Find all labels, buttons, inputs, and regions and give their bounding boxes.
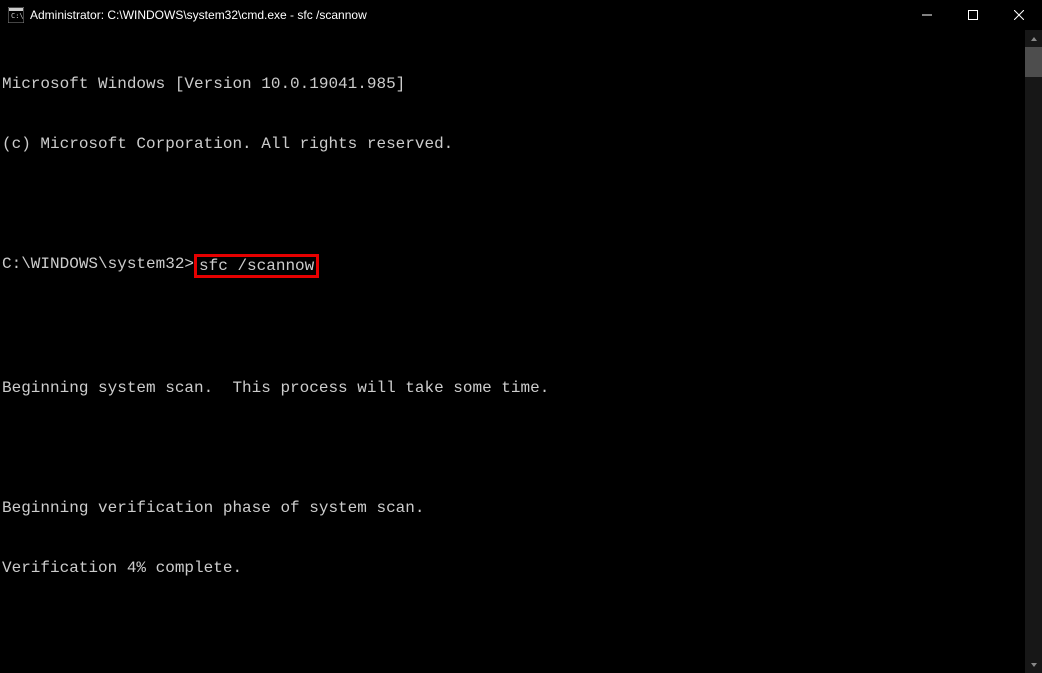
scroll-up-button[interactable] — [1025, 30, 1042, 47]
output-line: Beginning system scan. This process will… — [2, 378, 1025, 398]
content-area: Microsoft Windows [Version 10.0.19041.98… — [0, 30, 1042, 673]
output-line: Microsoft Windows [Version 10.0.19041.98… — [2, 74, 1025, 94]
window-controls — [904, 0, 1042, 30]
minimize-button[interactable] — [904, 0, 950, 30]
scroll-track[interactable] — [1025, 47, 1042, 656]
close-button[interactable] — [996, 0, 1042, 30]
output-line: Verification 4% complete. — [2, 558, 1025, 578]
window-title: Administrator: C:\WINDOWS\system32\cmd.e… — [30, 8, 904, 22]
scroll-down-button[interactable] — [1025, 656, 1042, 673]
output-blank — [2, 194, 1025, 214]
prompt-line: C:\WINDOWS\system32>sfc /scannow — [2, 254, 1025, 278]
maximize-button[interactable] — [950, 0, 996, 30]
output-line: (c) Microsoft Corporation. All rights re… — [2, 134, 1025, 154]
prompt-text: C:\WINDOWS\system32> — [2, 254, 194, 274]
output-blank — [2, 438, 1025, 458]
command-highlight: sfc /scannow — [194, 254, 319, 278]
titlebar[interactable]: C:\ Administrator: C:\WINDOWS\system32\c… — [0, 0, 1042, 30]
terminal-output[interactable]: Microsoft Windows [Version 10.0.19041.98… — [0, 30, 1025, 673]
vertical-scrollbar[interactable] — [1025, 30, 1042, 673]
cmd-icon: C:\ — [8, 7, 24, 23]
output-blank — [2, 318, 1025, 338]
output-line: Beginning verification phase of system s… — [2, 498, 1025, 518]
svg-text:C:\: C:\ — [11, 12, 24, 20]
scroll-thumb[interactable] — [1025, 47, 1042, 77]
cmd-window: C:\ Administrator: C:\WINDOWS\system32\c… — [0, 0, 1042, 673]
